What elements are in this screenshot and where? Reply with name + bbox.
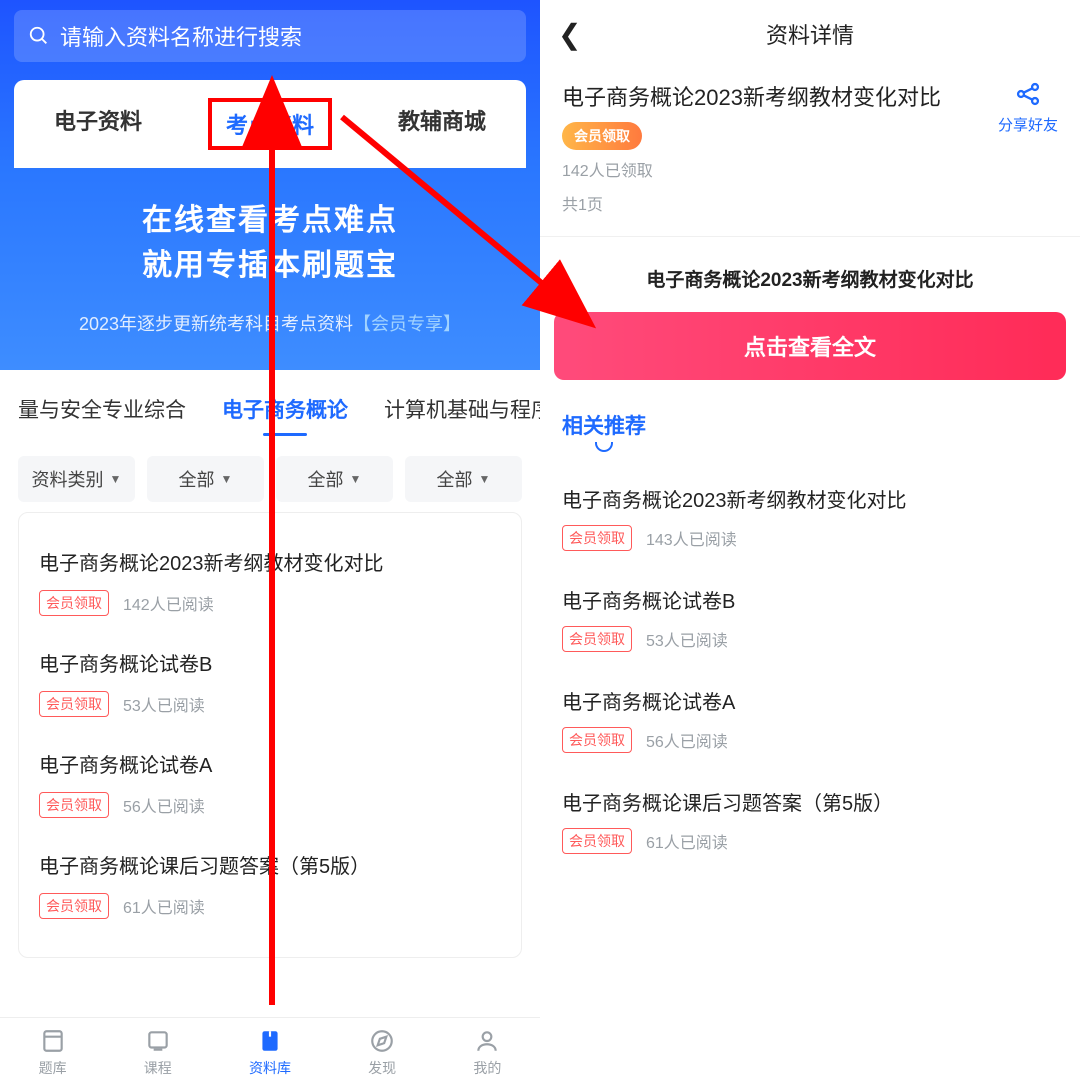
received-count: 142人已领取 xyxy=(562,160,998,184)
item-title: 电子商务概论试卷B xyxy=(562,585,1058,614)
list-item[interactable]: 电子商务概论课后习题答案（第5版） 会员领取 61人已阅读 xyxy=(562,771,1058,872)
view-full-button[interactable]: 点击查看全文 xyxy=(554,312,1066,380)
tab-exam-materials[interactable]: 考点资料 xyxy=(208,98,332,150)
banner[interactable]: 在线查看考点难点 就用专插本刷题宝 2023年逐步更新统考科目考点资料【会员专享… xyxy=(0,168,540,370)
nav-courses[interactable]: 课程 xyxy=(144,1028,172,1078)
page-count: 共1页 xyxy=(562,194,998,218)
detail-title: 电子商务概论2023新考纲教材变化对比 xyxy=(562,80,998,112)
header-area: 请输入资料名称进行搜索 电子资料 考点资料 教辅商城 xyxy=(0,0,540,168)
bottom-nav: 题库 课程 资料库 发现 我的 xyxy=(0,1017,540,1086)
list-item[interactable]: 电子商务概论2023新考纲教材变化对比 会员领取 142人已阅读 xyxy=(19,533,521,634)
search-icon xyxy=(28,25,50,47)
related-section: 相关推荐 xyxy=(540,380,1080,446)
subject-tab-1[interactable]: 电子商务概论 xyxy=(222,394,348,424)
list-item[interactable]: 电子商务概论试卷A 会员领取 56人已阅读 xyxy=(19,735,521,836)
back-button[interactable]: ❮ xyxy=(558,18,581,51)
related-list: 电子商务概论2023新考纲教材变化对比 会员领取 143人已阅读 电子商务概论试卷… xyxy=(540,446,1080,872)
item-title: 电子商务概论试卷A xyxy=(39,749,501,778)
search-placeholder: 请输入资料名称进行搜索 xyxy=(60,20,302,52)
subject-tab-2[interactable]: 计算机基础与程序 xyxy=(384,394,540,424)
item-title: 电子商务概论2023新考纲教材变化对比 xyxy=(562,484,1058,513)
member-pill: 会员领取 xyxy=(562,122,642,150)
reads-count: 61人已阅读 xyxy=(646,829,728,853)
member-badge: 会员领取 xyxy=(562,727,632,753)
filter-all-3[interactable]: 全部▼ xyxy=(405,456,522,502)
filter-all-2[interactable]: 全部▼ xyxy=(276,456,393,502)
materials-list: 电子商务概论2023新考纲教材变化对比 会员领取 142人已阅读 电子商务概论试卷… xyxy=(0,512,540,1086)
right-screen: ❮ 资料详情 电子商务概论2023新考纲教材变化对比 会员领取 142人已领取 … xyxy=(540,0,1080,1086)
reads-count: 61人已阅读 xyxy=(123,894,205,918)
tab-store[interactable]: 教辅商城 xyxy=(384,98,500,150)
detail-panel: 电子商务概论2023新考纲教材变化对比 会员领取 142人已领取 共1页 分享好… xyxy=(540,66,1080,237)
book-icon xyxy=(40,1028,66,1054)
banner-line1: 在线查看考点难点 xyxy=(20,198,520,243)
nav-mine[interactable]: 我的 xyxy=(473,1028,501,1078)
preview-title: 电子商务概论2023新考纲教材变化对比 xyxy=(540,237,1080,312)
card: 电子商务概论2023新考纲教材变化对比 会员领取 142人已阅读 电子商务概论试卷… xyxy=(18,512,522,958)
course-icon xyxy=(145,1028,171,1054)
member-badge: 会员领取 xyxy=(39,792,109,818)
filter-category[interactable]: 资料类别▼ xyxy=(18,456,135,502)
reads-count: 56人已阅读 xyxy=(123,793,205,817)
compass-icon xyxy=(369,1028,395,1054)
item-title: 电子商务概论课后习题答案（第5版） xyxy=(39,850,501,879)
member-badge: 会员领取 xyxy=(39,590,109,616)
list-item[interactable]: 电子商务概论试卷B 会员领取 53人已阅读 xyxy=(562,569,1058,670)
chevron-down-icon: ▼ xyxy=(350,472,362,486)
item-title: 电子商务概论课后习题答案（第5版） xyxy=(562,787,1058,816)
page-title: 资料详情 xyxy=(766,18,854,50)
related-title: 相关推荐 xyxy=(562,410,646,440)
reads-count: 56人已阅读 xyxy=(646,728,728,752)
list-item[interactable]: 电子商务概论2023新考纲教材变化对比 会员领取 143人已阅读 xyxy=(562,468,1058,569)
chevron-down-icon: ▼ xyxy=(221,472,233,486)
member-badge: 会员领取 xyxy=(562,828,632,854)
banner-line2: 就用专插本刷题宝 xyxy=(20,243,520,288)
share-icon xyxy=(1014,80,1042,108)
user-icon xyxy=(474,1028,500,1054)
chevron-down-icon: ▼ xyxy=(479,472,491,486)
search-input[interactable]: 请输入资料名称进行搜索 xyxy=(14,10,526,62)
member-badge: 会员领取 xyxy=(562,626,632,652)
nav-discover[interactable]: 发现 xyxy=(368,1028,396,1078)
top-tabs: 电子资料 考点资料 教辅商城 xyxy=(14,80,526,168)
share-button[interactable]: 分享好友 xyxy=(998,80,1058,135)
subject-tabs[interactable]: 量与安全专业综合 电子商务概论 计算机基础与程序 xyxy=(0,370,540,438)
item-title: 电子商务概论2023新考纲教材变化对比 xyxy=(39,547,501,576)
nav-materials[interactable]: 资料库 xyxy=(249,1028,291,1078)
folder-icon xyxy=(257,1028,283,1054)
filter-all-1[interactable]: 全部▼ xyxy=(147,456,264,502)
member-badge: 会员领取 xyxy=(562,525,632,551)
reads-count: 53人已阅读 xyxy=(123,692,205,716)
chevron-down-icon: ▼ xyxy=(110,472,122,486)
list-item[interactable]: 电子商务概论试卷A 会员领取 56人已阅读 xyxy=(562,670,1058,771)
nav-question-bank[interactable]: 题库 xyxy=(39,1028,67,1078)
list-item[interactable]: 电子商务概论试卷B 会员领取 53人已阅读 xyxy=(19,634,521,735)
detail-header: ❮ 资料详情 xyxy=(540,0,1080,66)
reads-count: 53人已阅读 xyxy=(646,627,728,651)
filter-bar: 资料类别▼ 全部▼ 全部▼ 全部▼ xyxy=(0,438,540,512)
item-title: 电子商务概论试卷A xyxy=(562,686,1058,715)
reads-count: 143人已阅读 xyxy=(646,526,737,550)
item-title: 电子商务概论试卷B xyxy=(39,648,501,677)
reads-count: 142人已阅读 xyxy=(123,591,214,615)
tab-digital-materials[interactable]: 电子资料 xyxy=(40,98,156,150)
left-screen: 请输入资料名称进行搜索 电子资料 考点资料 教辅商城 在线查看考点难点 就用专插… xyxy=(0,0,540,1086)
member-badge: 会员领取 xyxy=(39,893,109,919)
list-item[interactable]: 电子商务概论课后习题答案（第5版） 会员领取 61人已阅读 xyxy=(19,836,521,937)
banner-subtitle: 2023年逐步更新统考科目考点资料【会员专享】 xyxy=(20,310,520,336)
member-badge: 会员领取 xyxy=(39,691,109,717)
subject-tab-0[interactable]: 量与安全专业综合 xyxy=(18,394,186,424)
